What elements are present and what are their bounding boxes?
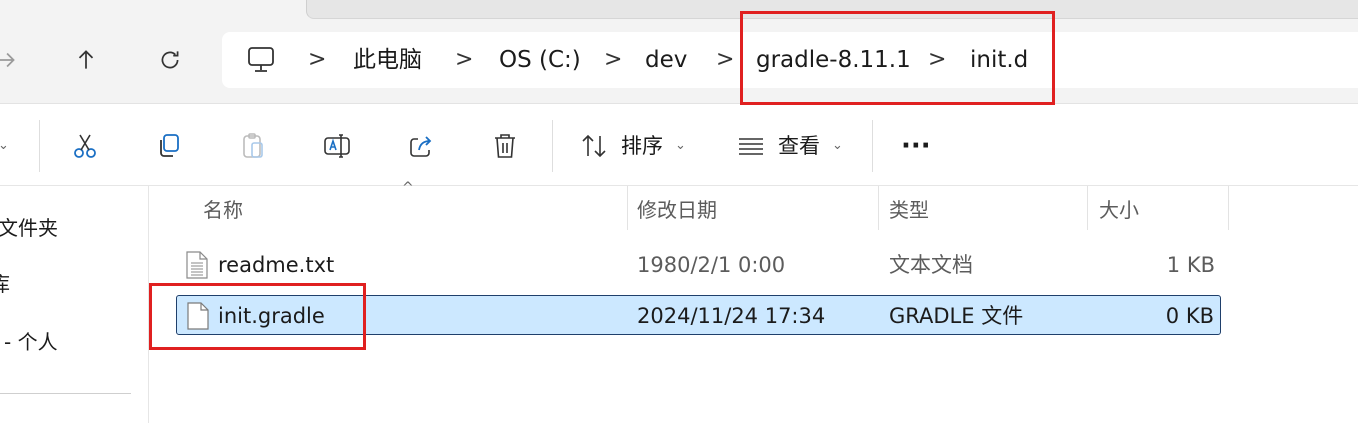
sidebar-divider (0, 393, 131, 394)
column-header-modified[interactable]: 修改日期 (637, 190, 717, 230)
file-size: 0 KB (1165, 304, 1214, 328)
arrow-right-icon (0, 52, 15, 68)
rename-button[interactable] (315, 124, 359, 168)
sidebar-item-library[interactable]: 库 (0, 268, 10, 297)
share-button[interactable] (399, 124, 443, 168)
forward-button[interactable] (0, 40, 26, 80)
file-icon (187, 302, 209, 330)
breadcrumb-separator: > (455, 47, 474, 72)
toolbar-separator (552, 120, 553, 172)
file-name[interactable]: init.gradle (218, 296, 325, 334)
column-separator[interactable] (1228, 186, 1229, 230)
breadcrumb-separator: > (604, 47, 623, 72)
arrow-up-icon (78, 50, 94, 69)
sort-dropdown-caret[interactable]: ⌄ (675, 124, 686, 168)
breadcrumb-separator: > (716, 47, 735, 72)
breadcrumb-separator: > (308, 47, 327, 72)
delete-button[interactable] (483, 124, 527, 168)
address-bar[interactable]: > 此电脑 > OS (C:) > dev > gradle-8.11.1 > … (222, 32, 1358, 88)
more-options-button[interactable]: ··· (901, 124, 931, 168)
sidebar-border (148, 186, 149, 423)
sidebar-item-personal[interactable]: - 个人 (4, 326, 58, 355)
breadcrumb-this-pc[interactable]: 此电脑 (353, 32, 422, 88)
breadcrumb-dev[interactable]: dev (645, 32, 687, 88)
text-file-icon (186, 251, 208, 279)
file-name[interactable]: readme.txt (218, 245, 334, 285)
file-type: 文本文档 (889, 253, 973, 277)
file-modified: 1980/2/1 0:00 (637, 253, 786, 277)
view-icon-wrap[interactable] (729, 124, 773, 168)
refresh-button[interactable] (150, 40, 190, 80)
scissors-icon (74, 134, 96, 158)
sort-icon (582, 134, 606, 158)
file-type: GRADLE 文件 (889, 304, 1024, 328)
trash-icon (495, 134, 515, 158)
sort-icon-wrap[interactable] (572, 124, 616, 168)
column-header-name[interactable]: 名称 (203, 190, 243, 230)
computer-icon (248, 47, 274, 72)
column-separator[interactable] (627, 186, 628, 230)
view-dropdown-caret[interactable]: ⌄ (832, 124, 843, 168)
column-header-size[interactable]: 大小 (1099, 190, 1139, 230)
toolbar-separator (872, 120, 873, 172)
view-button[interactable]: 查看 (778, 124, 820, 168)
paste-button[interactable] (231, 124, 275, 168)
toolbar-separator (39, 120, 40, 172)
view-icon (739, 138, 763, 155)
divider (0, 103, 1358, 104)
file-size: 1 KB (1166, 253, 1215, 277)
sidebar-item-folders[interactable]: 文件夹 (0, 212, 58, 241)
copy-icon (160, 134, 179, 157)
cut-button[interactable] (63, 124, 107, 168)
file-modified: 2024/11/24 17:34 (637, 304, 826, 328)
table-row[interactable]: readme.txt 1980/2/1 0:00 文本文档 1 KB (176, 245, 1221, 285)
divider (0, 185, 1358, 186)
sort-indicator: ^ (402, 180, 414, 196)
up-button[interactable] (66, 40, 106, 80)
column-separator[interactable] (1087, 186, 1088, 230)
breadcrumb-init-d[interactable]: init.d (970, 32, 1028, 88)
share-icon (410, 136, 432, 157)
sort-button[interactable]: 排序 (621, 124, 663, 168)
paste-icon (243, 133, 263, 158)
rename-icon (324, 134, 350, 158)
refresh-icon (161, 51, 179, 69)
copy-button[interactable] (147, 124, 191, 168)
breadcrumb-separator: > (928, 47, 947, 72)
new-dropdown-caret[interactable]: ⌄ (0, 124, 9, 168)
column-header-type[interactable]: 类型 (889, 190, 929, 230)
breadcrumb-gradle[interactable]: gradle-8.11.1 (756, 32, 911, 88)
tab-strip-edge (306, 0, 1358, 19)
breadcrumb-os-c[interactable]: OS (C:) (499, 32, 581, 88)
column-separator[interactable] (878, 186, 879, 230)
table-row-selected[interactable]: init.gradle 2024/11/24 17:34 GRADLE 文件 0… (176, 295, 1221, 335)
